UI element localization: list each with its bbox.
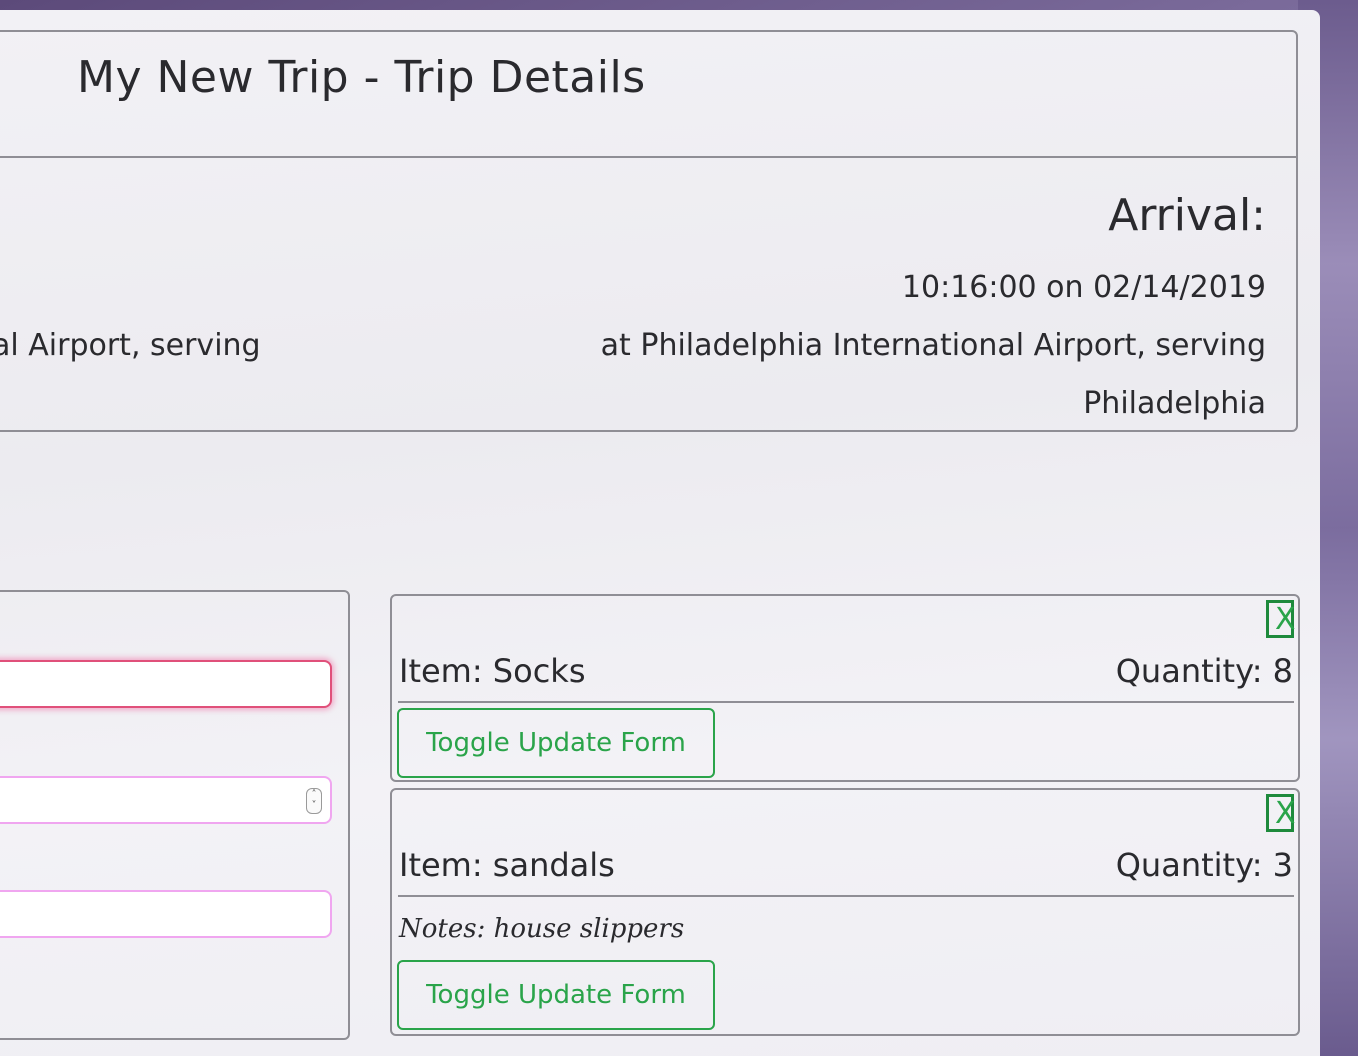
- main-panel: My New Trip - Trip Details al Airport, s…: [0, 10, 1320, 1056]
- toggle-update-form-button[interactable]: Toggle Update Form: [397, 708, 715, 778]
- item-name-input[interactable]: [0, 660, 332, 708]
- arrival-city: Philadelphia: [1083, 386, 1266, 421]
- arrival-time: 10:16:00 on 02/14/2019: [901, 270, 1266, 305]
- trip-details-card: My New Trip - Trip Details al Airport, s…: [0, 30, 1298, 432]
- quantity-stepper[interactable]: ˄ ˅: [306, 788, 322, 814]
- packing-item-card: X Item: sandals Quantity: 3 Notes: house…: [390, 788, 1300, 1036]
- item-quantity: Quantity: 3: [1115, 846, 1293, 884]
- packing-item-card: X Item: Socks Quantity: 8 Toggle Update …: [390, 594, 1300, 782]
- item-name: Item: sandals: [399, 846, 615, 884]
- delete-item-button[interactable]: X: [1266, 600, 1296, 638]
- add-item-form: ˄ ˅: [0, 590, 350, 1040]
- arrival-heading: Arrival:: [1108, 190, 1266, 241]
- page-title: My New Trip - Trip Details: [77, 52, 646, 103]
- toggle-update-form-button[interactable]: Toggle Update Form: [397, 960, 715, 1030]
- arrival-airport: at Philadelphia International Airport, s…: [600, 328, 1266, 363]
- trip-divider: [0, 156, 1296, 158]
- item-divider: [398, 701, 1294, 703]
- item-divider: [398, 895, 1294, 897]
- item-notes: Notes: house slippers: [399, 914, 685, 944]
- quantity-input[interactable]: ˄ ˅: [0, 776, 332, 824]
- delete-item-button[interactable]: X: [1266, 794, 1296, 832]
- item-quantity: Quantity: 8: [1115, 652, 1293, 690]
- item-name: Item: Socks: [399, 652, 586, 690]
- notes-input[interactable]: [0, 890, 332, 938]
- departure-airport: al Airport, serving: [0, 328, 261, 363]
